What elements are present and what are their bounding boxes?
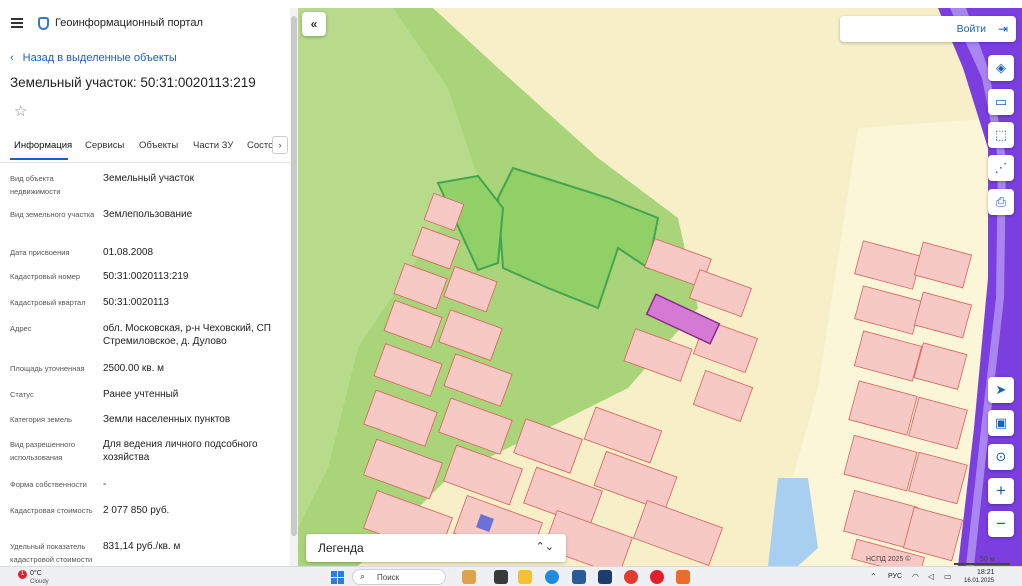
weather-badge: 1 (18, 570, 27, 579)
wifi-icon[interactable]: ◠ (912, 572, 919, 581)
chevron-up-icon[interactable]: ⌃ (870, 572, 877, 581)
edge-browser-icon[interactable] (545, 570, 559, 584)
brave-browser-icon[interactable] (676, 570, 690, 584)
info-panel: Геоинформационный портал ‹ Назад в выделе… (0, 8, 292, 566)
info-row-value: Земли населенных пунктов (103, 414, 231, 425)
tab-bar: Информация Сервисы Объекты Части ЗУ Сост… (0, 136, 292, 160)
divider (0, 162, 292, 163)
chrome-browser-icon[interactable] (624, 570, 638, 584)
tab-objects[interactable]: Объекты (139, 140, 178, 151)
info-row-value: обл. Московская, р-н Чеховский, СП Стрем… (103, 323, 271, 347)
legend-label: Легенда (318, 541, 364, 555)
info-row-value: 01.08.2008 (103, 247, 154, 258)
widgets-app-icon[interactable] (462, 570, 476, 584)
info-row-label: Кадастровый номер (10, 272, 81, 281)
info-row-label: Кадастровый квартал (10, 298, 86, 307)
legend-dropdown[interactable]: Легенда ⌃⌄ (306, 534, 566, 562)
chevron-left-icon: ‹ (10, 52, 14, 64)
task-view-icon[interactable] (494, 570, 508, 584)
tab-services[interactable]: Сервисы (85, 140, 124, 151)
minus-icon[interactable]: − (988, 511, 1014, 537)
clock-date[interactable]: 16.01.2025 (964, 578, 994, 584)
minimap-icon[interactable]: ▣ (988, 410, 1014, 436)
login-icon: ⇥ (997, 22, 1008, 36)
info-row-value: - (103, 479, 107, 490)
tab-info[interactable]: Информация (14, 140, 72, 151)
info-row-label: Адрес (10, 324, 32, 333)
search-label: Поиск (377, 573, 400, 582)
store-app-icon[interactable] (572, 570, 586, 584)
locate-icon[interactable]: ➤ (988, 377, 1014, 403)
search-icon: ⌕ (360, 571, 366, 581)
chevron-right-icon[interactable]: › (272, 136, 288, 154)
active-tab-indicator (10, 158, 68, 160)
taskbar: 1 0°C Cloudy ⌕ Поиск ⌃ РУС ◠ ◁ ▭ 18:21 1… (0, 566, 1022, 586)
info-row-label: Вид объекта недвижимости (10, 174, 61, 196)
map-view[interactable]: НСПД 2025 © 50 м (298, 8, 1022, 566)
ruler-icon[interactable]: ▭ (988, 89, 1014, 115)
map-scale-bar (954, 563, 1010, 565)
file-explorer-icon[interactable] (518, 570, 532, 584)
panel-header: Геоинформационный портал (0, 8, 292, 40)
panel-scrollbar-thumb[interactable] (291, 16, 297, 536)
weather-temp[interactable]: 0°C (30, 570, 42, 577)
map-canvas[interactable] (298, 8, 1022, 566)
volume-icon[interactable]: ◁ (928, 572, 934, 581)
info-row-value: 50:31:0020113 (103, 297, 169, 308)
info-row-value: 2500.00 кв. м (103, 363, 165, 374)
weather-condition: Cloudy (30, 579, 49, 585)
clock-time[interactable]: 18:21 (977, 569, 995, 576)
language-indicator[interactable]: РУС (888, 573, 902, 580)
info-row-value: Земельный участок (103, 173, 195, 184)
plus-icon[interactable]: + (988, 478, 1014, 504)
hamburger-icon[interactable] (11, 18, 23, 28)
page-title: Земельный участок: 50:31:0020113:219 (10, 75, 256, 90)
info-row-value: Для ведения личного подсобного хозяйства (103, 439, 258, 463)
info-row-label: Категория земель (10, 415, 73, 424)
layers-icon[interactable]: ◈ (988, 55, 1014, 81)
info-row-label: Статус (10, 390, 34, 399)
info-row-value: 2 077 850 руб. (103, 505, 170, 516)
double-chevron-left-icon[interactable]: « (302, 12, 326, 36)
info-row-label: Форма собственности (10, 480, 87, 489)
login-button[interactable]: Войти ⇥ (840, 16, 1016, 42)
geo-pin-icon[interactable]: ⊙ (988, 444, 1014, 470)
info-row-label: Вид разрешенного использования (10, 440, 76, 462)
info-row-label: Площадь уточненная (10, 364, 85, 373)
info-row-value: Землепользование (103, 209, 193, 220)
portal-title: Геоинформационный портал (55, 17, 203, 29)
print-icon[interactable]: ⎙ (988, 189, 1014, 215)
chevron-updown-icon: ⌃⌄ (535, 541, 554, 553)
login-label: Войти (956, 23, 986, 35)
back-link-label: Назад в выделенные объекты (22, 52, 177, 64)
map-scale-label: 50 м (980, 556, 995, 563)
app-icon[interactable] (598, 570, 612, 584)
portal-logo-icon (38, 17, 49, 30)
tab-state[interactable]: Состо (247, 140, 273, 151)
star-icon[interactable]: ☆ (14, 102, 27, 120)
info-row-label: Дата присвоения (10, 248, 70, 257)
taskbar-search[interactable]: ⌕ Поиск (352, 569, 446, 585)
info-row-value: 50:31:0020113:219 (103, 271, 189, 282)
windows-start-icon[interactable] (331, 571, 344, 584)
info-row-label: Кадастровая стоимость (10, 506, 93, 515)
map-attribution: НСПД 2025 © (866, 556, 911, 563)
info-row-label: Вид земельного участка (10, 210, 95, 219)
select-area-icon[interactable]: ⬚ (988, 122, 1014, 148)
info-row-label: Удельный показатель кадастровой стоимост… (10, 542, 93, 564)
info-row-value: 831,14 руб./кв. м (103, 541, 181, 552)
share-icon[interactable]: ⋰ (988, 155, 1014, 181)
info-row-value: Ранее учтенный (103, 389, 179, 400)
battery-icon[interactable]: ▭ (944, 572, 952, 581)
opera-browser-icon[interactable] (650, 570, 664, 584)
tab-parts[interactable]: Части ЗУ (193, 140, 233, 151)
back-link[interactable]: ‹ Назад в выделенные объекты (10, 52, 177, 64)
